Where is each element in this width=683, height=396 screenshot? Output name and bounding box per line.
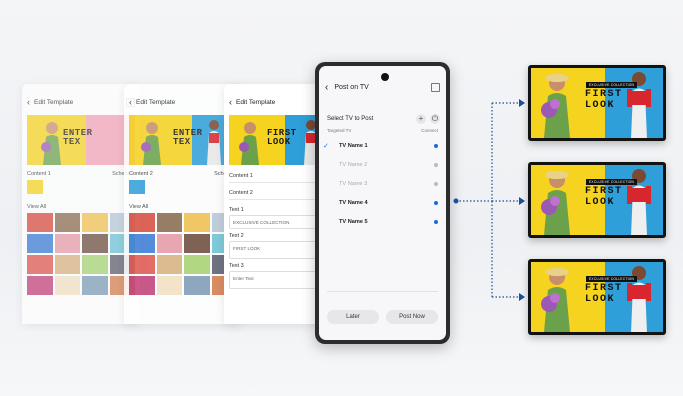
- tv-display-1: EXCLUSIVE COLLECTION FIRST LOOK: [528, 65, 666, 141]
- model-photo: [541, 171, 570, 235]
- model-photo: [541, 268, 570, 332]
- tv-display-2: EXCLUSIVE COLLECTION FIRST LOOK: [528, 162, 666, 238]
- arrow-right-icon: [519, 99, 525, 107]
- connector-origin-dot: [453, 198, 459, 204]
- tv-headline: FIRST LOOK: [585, 283, 623, 305]
- tv-tag: EXCLUSIVE COLLECTION: [586, 179, 638, 185]
- headline-line1: FIRST: [585, 89, 623, 100]
- headline-line2: LOOK: [585, 197, 616, 208]
- model-photo: [627, 72, 651, 138]
- headline-line1: FIRST: [585, 186, 623, 197]
- tv-display-3: EXCLUSIVE COLLECTION FIRST LOOK: [528, 259, 666, 335]
- tv-headline: FIRST LOOK: [585, 89, 623, 111]
- model-photo: [541, 74, 570, 138]
- arrow-right-icon: [519, 197, 525, 205]
- tv-tag: EXCLUSIVE COLLECTION: [586, 276, 638, 282]
- headline-line1: FIRST: [585, 283, 623, 294]
- tv-tag: EXCLUSIVE COLLECTION: [586, 82, 638, 88]
- model-photo: [627, 266, 651, 332]
- headline-line2: LOOK: [585, 100, 616, 111]
- arrow-right-icon: [519, 293, 525, 301]
- model-photo: [627, 169, 651, 235]
- headline-line2: LOOK: [585, 294, 616, 305]
- tv-headline: FIRST LOOK: [585, 186, 623, 208]
